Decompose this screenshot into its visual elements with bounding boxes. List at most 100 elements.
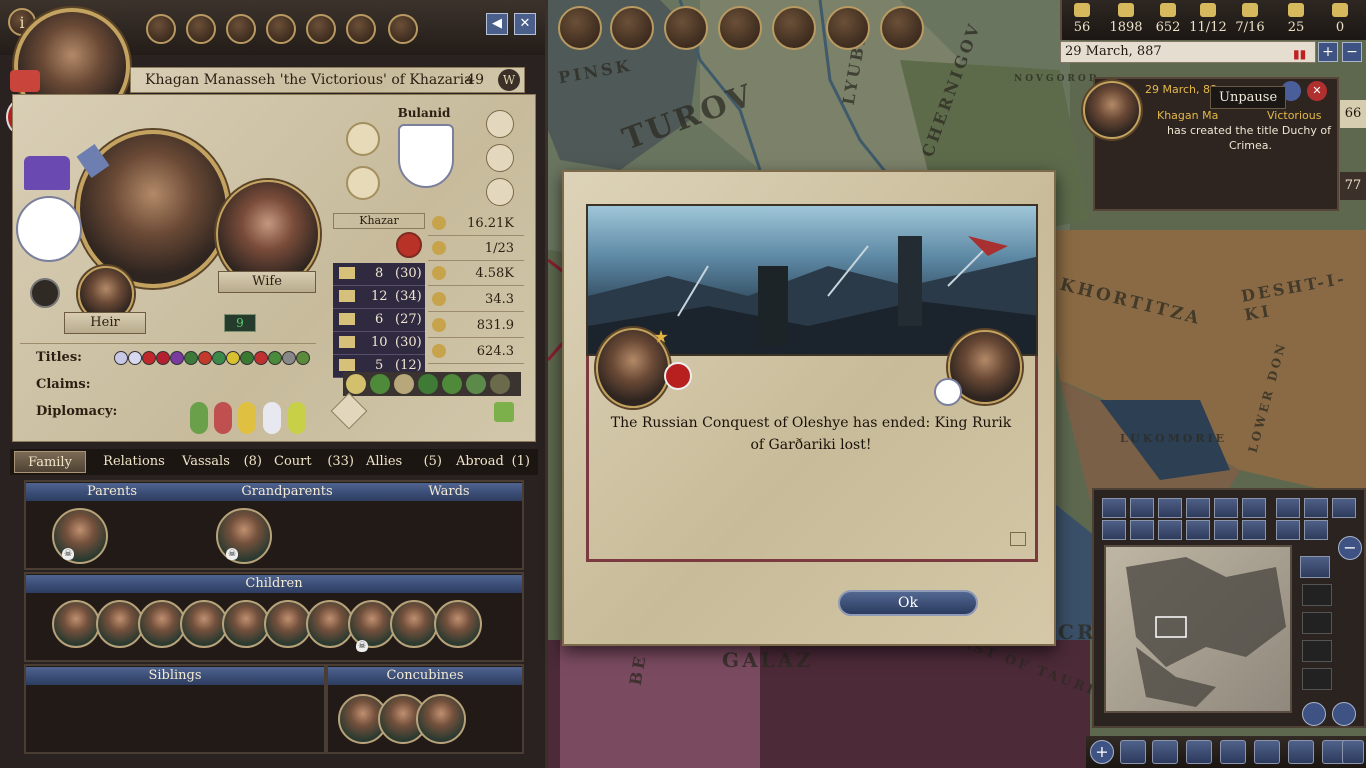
alliance-icon[interactable] <box>238 402 256 434</box>
child-portrait[interactable] <box>52 600 100 648</box>
horse-icon[interactable] <box>346 166 380 200</box>
home-button[interactable] <box>1220 740 1246 764</box>
mapmode-dejure-icon[interactable] <box>1158 498 1182 518</box>
date-bar[interactable]: 29 March, 887 ▮▮ <box>1060 41 1316 63</box>
menorah-icon[interactable] <box>346 122 380 156</box>
ok-button[interactable]: Ok <box>838 590 978 616</box>
ledger-icon[interactable] <box>346 14 376 44</box>
minimap-slot-1[interactable] <box>1302 584 1332 606</box>
back-button[interactable]: ◀ <box>486 13 508 35</box>
message-portrait[interactable] <box>1083 81 1141 139</box>
child-portrait[interactable] <box>348 600 396 648</box>
mapmode-temple-icon[interactable] <box>1304 520 1328 540</box>
title-icon[interactable] <box>212 351 226 365</box>
title-icon[interactable] <box>142 351 156 365</box>
religion-button[interactable] <box>826 6 870 50</box>
settings-button[interactable] <box>1342 740 1364 764</box>
mapmode-culture-icon[interactable] <box>1214 498 1238 518</box>
trait-icon[interactable] <box>442 374 462 394</box>
character-tab-icon[interactable] <box>146 14 176 44</box>
people-button[interactable] <box>1288 740 1314 764</box>
mapmode-crown-icon[interactable] <box>1304 498 1328 518</box>
mapmode-plots-icon[interactable] <box>1242 520 1266 540</box>
mapmode-realms-icon[interactable] <box>1130 498 1154 518</box>
demesne-value[interactable]: 11/12 <box>1188 20 1228 35</box>
shield-value[interactable]: 0 <box>1320 20 1360 35</box>
trait-icon[interactable] <box>394 374 414 394</box>
law-icon[interactable] <box>186 14 216 44</box>
message-character-name[interactable]: Khagan Ma <box>1157 109 1218 122</box>
dynasty-shield-icon[interactable] <box>934 378 962 406</box>
diplomacy-attribute[interactable]: 8 (30) <box>333 263 425 286</box>
cursor-icon[interactable] <box>1332 702 1356 726</box>
trait-icon[interactable] <box>490 374 510 394</box>
factions-button[interactable] <box>772 6 816 50</box>
title-icon[interactable] <box>254 351 268 365</box>
mapmode-development-icon[interactable] <box>1158 520 1182 540</box>
minimap-slot-4[interactable] <box>1302 668 1332 690</box>
zoom-in-button[interactable]: + <box>1090 740 1114 764</box>
list-button[interactable] <box>1152 740 1178 764</box>
martial-attribute[interactable]: 12 (34) <box>333 286 425 309</box>
message-close-icon[interactable]: ✕ <box>1307 81 1327 101</box>
alliance-icon[interactable] <box>190 402 208 434</box>
tab-allies[interactable]: Allies (5) <box>366 451 444 473</box>
piety-value[interactable]: 652 <box>1148 20 1188 35</box>
trait-icon[interactable] <box>418 374 438 394</box>
triquetra-icon[interactable] <box>388 14 418 44</box>
portrait-view-icon[interactable] <box>486 110 514 138</box>
minimap-slot-3[interactable] <box>1302 640 1332 662</box>
intrigue-icon[interactable] <box>306 14 336 44</box>
tab-relations[interactable]: Relations <box>94 451 174 473</box>
tab-family[interactable]: Family <box>14 451 86 473</box>
child-portrait[interactable] <box>306 600 354 648</box>
mapmode-religion-icon[interactable] <box>1186 498 1210 518</box>
dynasty-shield-icon[interactable] <box>16 196 82 262</box>
child-portrait[interactable] <box>138 600 186 648</box>
tab-court[interactable]: Court (33) <box>274 451 356 473</box>
lock-icon[interactable] <box>1302 702 1326 726</box>
message-character-epithet[interactable]: Victorious <box>1267 109 1321 122</box>
council-button[interactable] <box>880 6 924 50</box>
trait-icon[interactable] <box>466 374 486 394</box>
minimap-slot-2[interactable] <box>1302 612 1332 634</box>
mapmode-tech-icon[interactable] <box>1186 520 1210 540</box>
technology-icon[interactable] <box>266 14 296 44</box>
speed-down-button[interactable]: − <box>1342 42 1362 62</box>
parent-portrait[interactable] <box>52 508 108 564</box>
trait-icon[interactable] <box>346 374 366 394</box>
stat-levy[interactable]: 4.58K <box>428 263 524 286</box>
family-tree-icon[interactable] <box>486 144 514 172</box>
title-icon[interactable] <box>114 351 128 365</box>
child-portrait[interactable] <box>264 600 312 648</box>
focus-icon[interactable] <box>30 278 60 308</box>
child-portrait[interactable] <box>180 600 228 648</box>
title-icon[interactable] <box>282 351 296 365</box>
alliance-icon[interactable] <box>263 402 281 434</box>
transfer-button[interactable] <box>1254 740 1280 764</box>
chart-button[interactable] <box>1186 740 1212 764</box>
mapmode-government-icon[interactable] <box>1276 498 1300 518</box>
alliance-icon[interactable] <box>288 402 306 434</box>
green-swords-icon[interactable] <box>494 402 514 422</box>
child-portrait[interactable] <box>390 600 438 648</box>
message-count-badge-2[interactable]: 77 <box>1340 172 1366 200</box>
mapmode-empire-icon[interactable] <box>1332 498 1356 518</box>
grandparent-portrait[interactable] <box>216 508 272 564</box>
close-icon[interactable]: ✕ <box>514 13 536 35</box>
mapmode-tree-icon[interactable] <box>1130 520 1154 540</box>
mapmode-terrain-icon[interactable] <box>1102 498 1126 518</box>
gear-icon[interactable] <box>226 14 256 44</box>
vassal-limit-value[interactable]: 7/16 <box>1230 20 1270 35</box>
stat-piety[interactable]: 624.3 <box>428 341 524 364</box>
military-button[interactable] <box>558 6 602 50</box>
stewardship-attribute[interactable]: 6 (27) <box>333 309 425 332</box>
mapmode-holdings-icon[interactable] <box>1276 520 1300 540</box>
stat-troops[interactable]: 16.21K <box>428 213 524 236</box>
title-icon[interactable] <box>240 351 254 365</box>
wife-label[interactable]: Wife <box>218 271 316 293</box>
intrigue-attribute[interactable]: 10 (30) <box>333 332 425 355</box>
title-icon[interactable] <box>226 351 240 365</box>
stat-income[interactable]: 34.3 <box>428 289 524 312</box>
mapmode-trade-icon[interactable] <box>1102 520 1126 540</box>
